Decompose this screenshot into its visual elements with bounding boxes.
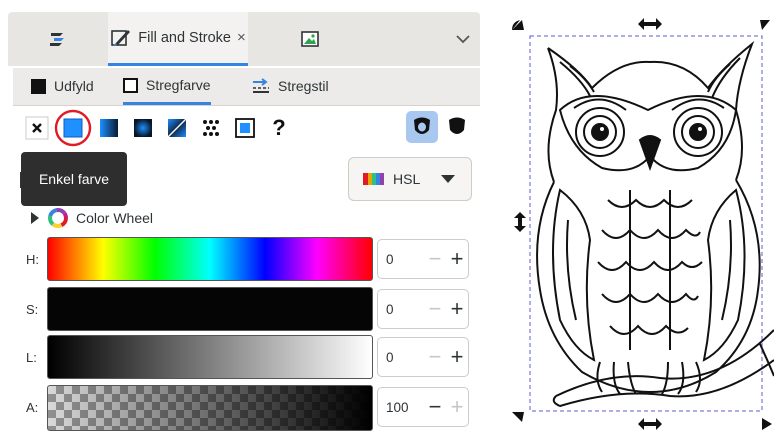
color-wheel-label: Color Wheel xyxy=(76,210,154,226)
hue-increment-button[interactable]: + xyxy=(446,240,468,278)
chevron-down-icon xyxy=(456,35,470,44)
fill-rule-evenodd-button[interactable] xyxy=(406,111,438,143)
paint-mode-row: ? xyxy=(20,109,480,147)
no-paint-button[interactable] xyxy=(24,115,50,141)
subtab-stroke-paint[interactable]: Stregfarve xyxy=(123,68,211,105)
close-icon xyxy=(25,116,49,140)
subtab-bar: Udfyld Stregfarve Stregstil xyxy=(13,68,480,106)
subtab-stroke-style-label: Stregstil xyxy=(278,78,329,94)
saturation-slider[interactable] xyxy=(47,287,373,331)
owl-drawing[interactable] xyxy=(490,0,774,436)
flat-color-button[interactable] xyxy=(54,109,92,147)
chevron-down-icon xyxy=(441,174,455,183)
unset-paint-button[interactable]: ? xyxy=(266,115,292,141)
subtab-stroke-style[interactable]: Stregstil xyxy=(251,68,329,104)
saturation-increment-button[interactable]: + xyxy=(446,290,468,328)
tab-overflow-menu[interactable] xyxy=(444,12,482,66)
tab-image[interactable] xyxy=(250,12,370,66)
selection-bounding-box xyxy=(529,35,763,412)
rotate-handle-top-right[interactable] xyxy=(760,20,770,30)
stroke-swatch-icon xyxy=(123,77,138,93)
subtab-fill-label: Udfyld xyxy=(54,78,94,94)
tab-title: Fill and Stroke xyxy=(138,29,231,46)
hue-slider[interactable] xyxy=(47,237,373,281)
mesh-gradient-icon xyxy=(167,118,187,138)
subtab-stroke-paint-label: Stregfarve xyxy=(146,77,211,93)
image-icon xyxy=(301,31,319,47)
swatch-icon xyxy=(235,118,255,138)
saturation-spinbutton[interactable]: 0 − + xyxy=(377,289,469,329)
align-icon xyxy=(50,33,64,46)
dock-tab-bar: Fill and Stroke × xyxy=(8,12,480,66)
subtab-fill[interactable]: Udfyld xyxy=(31,68,94,104)
tab-align[interactable] xyxy=(8,12,106,66)
color-mode-selected: HSL xyxy=(393,171,421,187)
hue-label: H: xyxy=(26,252,39,267)
lightness-slider[interactable] xyxy=(47,335,373,379)
flat-color-icon xyxy=(54,109,92,147)
alpha-value[interactable]: 100 xyxy=(378,400,424,415)
fill-rule-nonzero-button[interactable] xyxy=(444,114,470,140)
rotate-handle-bottom-right[interactable] xyxy=(762,418,772,430)
tab-fill-and-stroke[interactable]: Fill and Stroke × xyxy=(108,12,248,66)
fill-rule-nonzero-icon xyxy=(449,117,465,134)
alpha-increment-button[interactable]: + xyxy=(446,388,468,426)
color-wheel-icon xyxy=(48,208,68,228)
scale-handle-top[interactable] xyxy=(638,18,662,30)
rotate-handle-top-left[interactable] xyxy=(512,20,524,30)
radial-gradient-button[interactable] xyxy=(130,115,156,141)
paint-brush-icon xyxy=(111,29,131,46)
hue-value[interactable]: 0 xyxy=(378,252,424,267)
saturation-decrement-button[interactable]: − xyxy=(424,290,446,328)
saturation-value[interactable]: 0 xyxy=(378,302,424,317)
pattern-icon xyxy=(202,119,220,137)
lightness-spinbutton[interactable]: 0 − + xyxy=(377,337,469,377)
fill-swatch-icon xyxy=(31,78,46,94)
linear-gradient-button[interactable] xyxy=(96,115,122,141)
selection-handles[interactable] xyxy=(512,18,772,430)
fill-rule-evenodd-icon xyxy=(414,117,430,134)
stroke-style-icon xyxy=(253,78,269,93)
pattern-button[interactable] xyxy=(198,115,224,141)
alpha-decrement-button[interactable]: − xyxy=(424,388,446,426)
saturation-label: S: xyxy=(26,302,39,317)
tooltip: Enkel farve xyxy=(21,152,127,206)
alpha-spinbutton[interactable]: 100 − + xyxy=(377,387,469,427)
mesh-gradient-button[interactable] xyxy=(164,115,190,141)
lightness-decrement-button[interactable]: − xyxy=(424,338,446,376)
owl-artwork xyxy=(536,40,774,408)
lightness-value[interactable]: 0 xyxy=(378,350,424,365)
alpha-slider[interactable] xyxy=(47,385,373,431)
radial-gradient-icon xyxy=(134,119,152,137)
color-mode-dropdown[interactable]: HSL xyxy=(348,157,472,201)
hue-spinbutton[interactable]: 0 − + xyxy=(377,239,469,279)
chevron-right-icon xyxy=(31,212,39,224)
lightness-increment-button[interactable]: + xyxy=(446,338,468,376)
linear-gradient-icon xyxy=(100,119,118,137)
close-icon[interactable]: × xyxy=(237,29,246,46)
hue-decrement-button[interactable]: − xyxy=(424,240,446,278)
rgb-bars-icon xyxy=(363,173,384,185)
color-wheel-expander[interactable]: Color Wheel xyxy=(30,206,153,230)
fill-stroke-panel: Fill and Stroke × Udfyld Stregfarve Stre… xyxy=(0,0,487,436)
scale-handle-bottom[interactable] xyxy=(638,418,662,430)
lightness-label: L: xyxy=(26,350,37,365)
scale-handle-left[interactable] xyxy=(514,212,526,232)
drawing-canvas[interactable] xyxy=(490,0,774,436)
rotate-handle-bottom-left[interactable] xyxy=(512,412,524,422)
swatch-button[interactable] xyxy=(232,115,258,141)
alpha-label: A: xyxy=(26,400,39,415)
